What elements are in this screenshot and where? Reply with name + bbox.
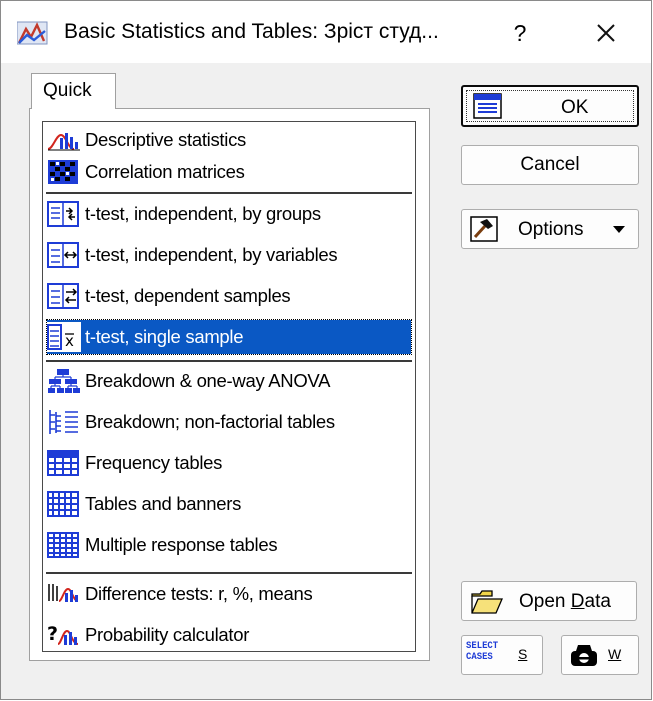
- breakdown-nonfactorial-icon: [49, 410, 78, 434]
- list-item-label: Correlation matrices: [85, 161, 245, 182]
- list-item-label: t-test, dependent samples: [85, 285, 291, 306]
- ttest-dependent-icon: [47, 283, 79, 309]
- difference-tests-icon: [48, 584, 79, 602]
- list-item-label: t-test, single sample: [85, 326, 244, 347]
- window-title: Basic Statistics and Tables: Зріст студ.…: [64, 20, 439, 43]
- list-item-label: Multiple response tables: [85, 534, 278, 555]
- list-separator: [46, 572, 412, 574]
- list-item-frequency-tables[interactable]: Frequency tables: [47, 447, 411, 479]
- correlation-matrix-icon: [48, 160, 78, 184]
- ttest-variables-icon: [47, 242, 79, 268]
- list-item-tables-and-banners[interactable]: Tables and banners: [47, 488, 411, 520]
- list-item-multiple-response-tables[interactable]: Multiple response tables: [47, 529, 411, 561]
- open-data-label-part: ata: [584, 591, 611, 612]
- list-item-label: t-test, independent, by groups: [85, 203, 321, 224]
- descriptive-chart-icon: [47, 133, 80, 151]
- ttest-groups-icon: [47, 201, 79, 227]
- multiple-response-icon: [47, 532, 79, 558]
- open-data-button[interactable]: Open Data: [461, 581, 637, 621]
- dialog-body: Quick Descriptive statistics Correlation…: [1, 63, 651, 699]
- list-item-label: Probability calculator: [85, 624, 250, 645]
- weight-button[interactable]: W: [561, 635, 639, 675]
- list-item-descriptive-statistics[interactable]: Descriptive statistics: [47, 124, 411, 156]
- list-item-ttest-dependent-samples[interactable]: t-test, dependent samples: [47, 280, 411, 312]
- frequency-table-icon: [47, 450, 79, 476]
- chevron-down-icon: [613, 226, 625, 233]
- svg-text:x: x: [65, 332, 74, 350]
- select-cases-key: S: [518, 646, 528, 662]
- select-cases-line2: CASES: [466, 651, 493, 663]
- open-data-label: Open Data: [519, 591, 611, 613]
- list-item-label: Frequency tables: [85, 452, 223, 473]
- weight-key: W: [608, 646, 622, 662]
- close-icon[interactable]: [586, 15, 626, 51]
- list-item-ttest-single-sample[interactable]: x t-test, single sample: [46, 319, 412, 355]
- list-item-breakdown-nonfactorial[interactable]: Breakdown; non-factorial tables: [47, 406, 411, 438]
- list-item-label: Descriptive statistics: [85, 129, 246, 150]
- banner-table-icon: [47, 491, 79, 517]
- ok-button[interactable]: OK: [461, 85, 639, 127]
- list-item-label: Breakdown & one-way ANOVA: [85, 370, 331, 391]
- list-item-icon-cell: x: [47, 322, 81, 352]
- analysis-list[interactable]: Descriptive statistics Correlation matri…: [42, 121, 416, 652]
- list-item-breakdown-anova[interactable]: Breakdown & one-way ANOVA: [47, 365, 411, 397]
- probability-calculator-icon: ?: [47, 623, 79, 645]
- run-analysis-icon: [473, 93, 502, 119]
- list-item-label: Breakdown; non-factorial tables: [85, 411, 335, 432]
- open-data-mnemonic: D: [570, 591, 585, 612]
- list-separator: [46, 192, 412, 194]
- list-item-probability-calculator[interactable]: ? Probability calculator: [47, 619, 411, 651]
- svg-text:?: ?: [47, 623, 58, 645]
- basic-statistics-dialog: Basic Statistics and Tables: Зріст студ.…: [0, 0, 652, 700]
- cancel-label: Cancel: [520, 154, 580, 175]
- help-button[interactable]: ?: [501, 15, 539, 51]
- options-button[interactable]: Options: [461, 209, 639, 249]
- statistica-app-icon: [17, 21, 48, 45]
- tab-quick[interactable]: Quick: [31, 73, 116, 109]
- ttest-single-icon: x: [47, 324, 74, 350]
- list-item-ttest-independent-groups[interactable]: t-test, independent, by groups: [47, 198, 411, 230]
- quick-tab-panel: Descriptive statistics Correlation matri…: [29, 108, 430, 661]
- select-cases-button[interactable]: SELECT CASES S: [461, 635, 543, 675]
- cancel-button[interactable]: Cancel: [461, 145, 639, 185]
- list-item-ttest-independent-variables[interactable]: t-test, independent, by variables: [47, 239, 411, 271]
- open-data-label-part: Open: [519, 591, 571, 612]
- weight-scale-icon: [571, 645, 597, 666]
- list-item-label: Tables and banners: [85, 493, 242, 514]
- list-item-label: Difference tests: r, %, means: [85, 583, 313, 604]
- list-item-label: t-test, independent, by variables: [85, 244, 338, 265]
- list-separator: [46, 360, 412, 362]
- ok-label: OK: [561, 97, 589, 118]
- breakdown-tree-icon: [48, 369, 80, 393]
- options-label: Options: [518, 219, 584, 240]
- title-bar[interactable]: Basic Statistics and Tables: Зріст студ.…: [1, 1, 651, 63]
- open-folder-icon: [471, 590, 503, 614]
- list-item-difference-tests[interactable]: Difference tests: r, %, means: [47, 578, 411, 610]
- options-hammer-icon: [470, 216, 498, 242]
- select-cases-icon: SELECT CASES: [466, 641, 498, 663]
- list-item-correlation-matrices[interactable]: Correlation matrices: [47, 156, 411, 188]
